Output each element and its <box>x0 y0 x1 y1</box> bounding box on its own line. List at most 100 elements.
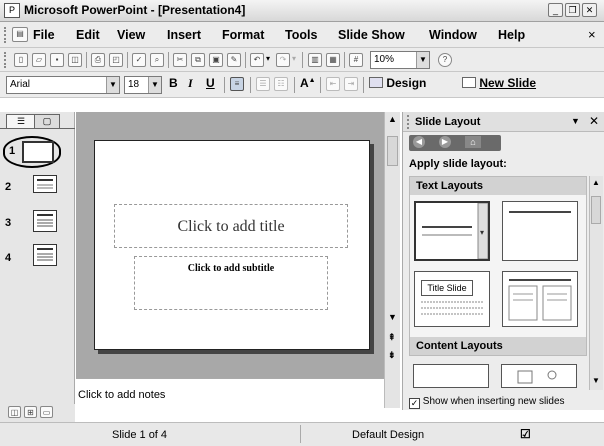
two-column-layout-icon <box>508 279 572 321</box>
italic-button[interactable]: I <box>188 76 193 91</box>
back-icon[interactable]: ◀ <box>413 136 425 148</box>
menu-edit[interactable]: Edit <box>76 28 100 42</box>
redo-icon[interactable]: ↷ <box>276 53 290 67</box>
bold-button[interactable]: B <box>169 76 178 90</box>
minimize-button[interactable]: _ <box>548 3 563 17</box>
align-left-icon[interactable]: ≡ <box>230 77 244 91</box>
slide-thumbnail-1[interactable] <box>22 141 54 163</box>
copy-icon[interactable]: ⧉ <box>191 53 205 67</box>
restore-button[interactable]: ❐ <box>565 3 580 17</box>
normal-view-icon[interactable]: ◫ <box>8 406 21 418</box>
undo-icon[interactable]: ↶ <box>250 53 264 67</box>
next-slide-icon[interactable]: ⇟ <box>388 350 396 361</box>
chevron-down-icon: ▼ <box>106 77 119 93</box>
decrease-indent-icon[interactable]: ⇤ <box>326 77 340 91</box>
scroll-thumb[interactable] <box>387 136 398 166</box>
save-icon[interactable]: ▪ <box>50 53 64 67</box>
zoom-value: 10% <box>374 54 395 65</box>
slide-canvas[interactable]: Click to add title Click to add subtitle <box>94 140 370 350</box>
scroll-thumb[interactable] <box>591 196 601 224</box>
increase-indent-icon[interactable]: ⇥ <box>344 77 358 91</box>
layout-two-column[interactable] <box>502 271 578 327</box>
numbering-icon[interactable]: ☰ <box>256 77 270 91</box>
pane-grip[interactable] <box>407 115 411 129</box>
menu-help[interactable]: Help <box>498 28 525 42</box>
menu-file[interactable]: File <box>33 28 55 42</box>
scroll-up-icon[interactable]: ▲ <box>592 178 600 187</box>
layout-content-icons[interactable] <box>501 364 577 388</box>
help-icon[interactable]: ? <box>438 53 452 67</box>
separator <box>168 52 169 68</box>
notes-scrollbar[interactable] <box>384 378 400 408</box>
layout-gallery: Text Layouts ▾ Title Slide Content Layou… <box>409 176 587 356</box>
slide-thumbnail-2[interactable] <box>33 175 57 193</box>
toolbar-grip[interactable] <box>4 52 8 68</box>
bullets-icon[interactable]: ☷ <box>274 77 288 91</box>
spelling-icon[interactable]: ✓ <box>132 53 146 67</box>
show-when-inserting-checkbox[interactable]: ✓ <box>409 398 420 409</box>
design-button[interactable]: Design <box>369 76 426 90</box>
research-icon[interactable]: ⌕ <box>150 53 164 67</box>
insert-table-icon[interactable]: ▦ <box>326 53 340 67</box>
open-icon[interactable]: ▱ <box>32 53 46 67</box>
font-dropdown[interactable]: Arial ▼ <box>6 76 120 94</box>
document-icon[interactable]: ▤ <box>12 27 28 42</box>
scroll-up-icon[interactable]: ▲ <box>388 114 397 124</box>
show-grid-icon[interactable]: # <box>349 53 363 67</box>
toolbar-grip[interactable] <box>4 27 8 43</box>
menu-tools[interactable]: Tools <box>285 28 317 42</box>
slide-thumbnail-3[interactable] <box>33 210 57 232</box>
permission-icon[interactable]: ◫ <box>68 53 82 67</box>
menu-insert[interactable]: Insert <box>167 28 201 42</box>
redo-dropdown-icon[interactable]: ▾ <box>292 54 296 63</box>
print-preview-icon[interactable]: ◰ <box>109 53 123 67</box>
task-pane-title: Slide Layout <box>415 116 481 128</box>
increase-font-size-button[interactable]: A▲ <box>300 76 316 90</box>
subtitle-placeholder[interactable]: Click to add subtitle <box>134 256 328 310</box>
title-placeholder[interactable]: Click to add title <box>114 204 348 248</box>
menu-view[interactable]: View <box>117 28 145 42</box>
previous-slide-icon[interactable]: ⇞ <box>388 332 396 343</box>
new-icon[interactable]: ▯ <box>14 53 28 67</box>
menu-slide-show[interactable]: Slide Show <box>338 28 405 42</box>
zoom-dropdown[interactable]: 10% ▼ <box>370 51 430 69</box>
insert-chart-icon[interactable]: ▥ <box>308 53 322 67</box>
menu-view-label: View <box>117 28 146 42</box>
show-when-inserting-option[interactable]: ✓ Show when inserting new slides <box>409 396 565 409</box>
menu-format[interactable]: Format <box>222 28 264 42</box>
paste-icon[interactable]: ▣ <box>209 53 223 67</box>
slide-thumbnail-4[interactable] <box>33 244 57 266</box>
format-painter-icon[interactable]: ✎ <box>227 53 241 67</box>
menu-window[interactable]: Window <box>429 28 477 42</box>
outline-tab[interactable]: ☰ <box>6 114 36 128</box>
slide-vertical-scrollbar[interactable]: ▲ ▼ ⇞ ⇟ <box>384 112 400 378</box>
separator <box>302 52 303 68</box>
task-pane-close-icon[interactable]: ✕ <box>589 114 599 128</box>
layout-title-slide[interactable]: Title Slide <box>414 271 490 327</box>
scroll-down-icon[interactable]: ▼ <box>388 312 397 322</box>
font-size-dropdown[interactable]: 18 ▼ <box>124 76 162 94</box>
underline-button[interactable]: U <box>206 76 215 90</box>
notes-pane[interactable]: Click to add notes <box>76 378 384 408</box>
layout-title-only[interactable]: ▾ <box>414 201 490 261</box>
forward-icon[interactable]: ▶ <box>439 136 451 148</box>
powerpoint-icon[interactable]: P <box>4 3 20 18</box>
new-slide-button[interactable]: New Slide <box>462 76 536 90</box>
home-icon[interactable]: ⌂ <box>465 136 481 148</box>
task-pane-menu-icon[interactable]: ▼ <box>571 116 580 126</box>
slides-tab[interactable]: ▢ <box>34 114 60 128</box>
close-document-button[interactable]: × <box>588 27 596 42</box>
scroll-down-icon[interactable]: ▼ <box>592 376 600 385</box>
spelling-status-icon[interactable]: ☑ <box>520 427 531 441</box>
slide-show-icon[interactable]: ▭ <box>40 406 53 418</box>
close-button[interactable]: ✕ <box>582 3 597 17</box>
show-when-inserting-label: Show when inserting new slides <box>422 396 565 407</box>
layout-content-blank[interactable] <box>413 364 489 388</box>
notes-placeholder: Click to add notes <box>78 389 166 401</box>
slide-sorter-icon[interactable]: ⊞ <box>24 406 37 418</box>
cut-icon[interactable]: ✂ <box>173 53 187 67</box>
layout-blank-title[interactable] <box>502 201 578 261</box>
print-icon[interactable]: ⎙ <box>91 53 105 67</box>
task-pane-scrollbar[interactable]: ▲ ▼ <box>589 176 603 390</box>
undo-dropdown-icon[interactable]: ▾ <box>266 54 270 63</box>
